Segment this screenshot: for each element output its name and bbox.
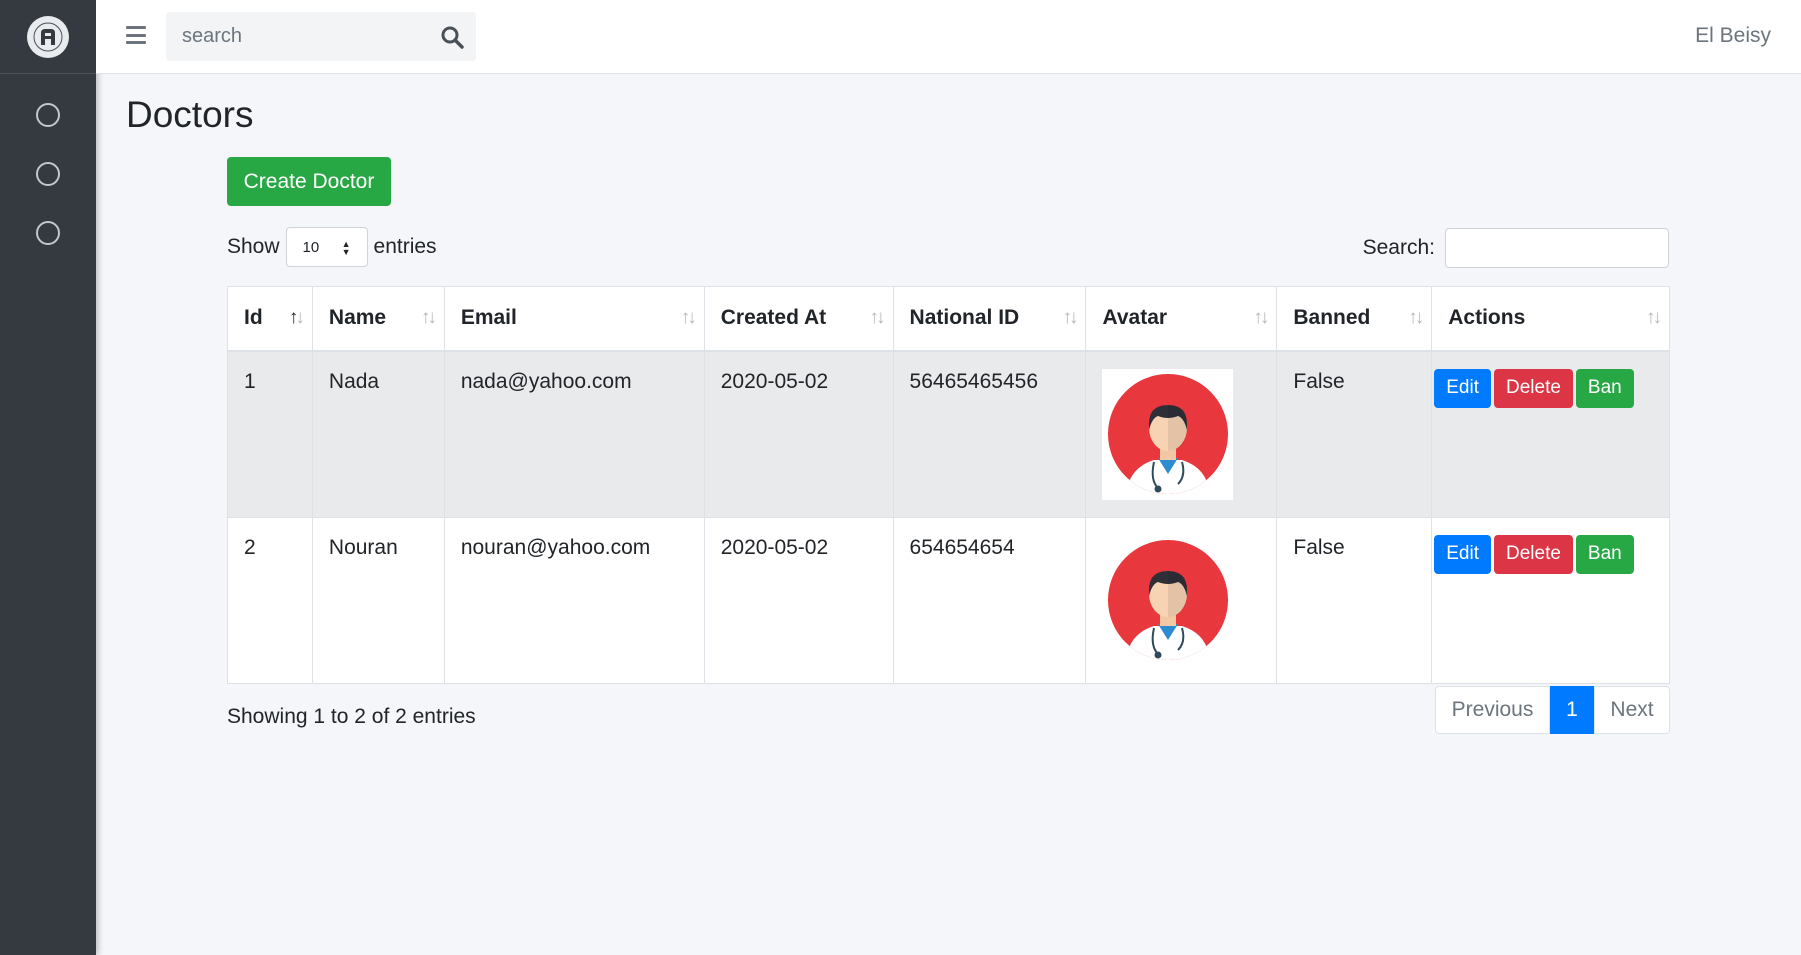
column-header-national-id[interactable]: National ID ↑↓ [892, 286, 1087, 352]
sort-icon: ↑↓ [869, 307, 886, 328]
pagination: Previous 1 Next [1435, 686, 1670, 734]
sort-icon: ↑↓ [1253, 307, 1269, 328]
cell-national-id: 654654654 [892, 516, 1087, 684]
search-icon[interactable] [440, 25, 464, 49]
doctor-avatar-image [1102, 368, 1234, 500]
cell-actions: Edit Delete Ban [1431, 350, 1670, 518]
column-header-name[interactable]: Name ↑↓ [311, 286, 445, 352]
navbar-search [166, 12, 476, 61]
table-row: 2 Nouran nouran@yahoo.com 2020-05-02 654… [227, 516, 1670, 684]
sort-icon: ↑↓ [288, 307, 305, 328]
page-length-control: Show 10 ▲ ▼ entries [227, 227, 437, 267]
pagination-next[interactable]: Next [1594, 686, 1670, 734]
top-navbar: El Beisy [96, 0, 1801, 74]
cell-national-id: 56465465456 [892, 350, 1087, 518]
sidebar-brand[interactable] [0, 0, 96, 74]
cell-banned: False [1276, 350, 1433, 518]
doctors-table: Id ↑↓ Name ↑↓ Email ↑↓ Created At ↑↓ Nationa… [227, 286, 1670, 684]
sort-icon: ↑↓ [1646, 307, 1662, 328]
cell-created-at: 2020-05-02 [703, 350, 894, 518]
pagination-previous[interactable]: Previous [1435, 686, 1550, 734]
page-length-select[interactable]: 10 ▲ ▼ [285, 227, 368, 267]
table-info: Showing 1 to 2 of 2 entries [227, 705, 476, 728]
create-doctor-button[interactable]: Create Doctor [227, 157, 391, 206]
menu-toggle-icon[interactable] [126, 26, 146, 44]
table-row: 1 Nada nada@yahoo.com 2020-05-02 5646546… [227, 350, 1670, 518]
sidebar-circle-icon-3[interactable] [36, 221, 60, 245]
show-label: Show [227, 235, 280, 258]
cell-avatar [1085, 516, 1278, 684]
column-header-banned[interactable]: Banned ↑↓ [1276, 286, 1433, 352]
cell-id: 1 [227, 350, 313, 518]
table-search-input[interactable] [1445, 228, 1669, 268]
cell-avatar [1085, 350, 1278, 518]
sort-icon: ↑↓ [1062, 307, 1078, 328]
edit-button[interactable]: Edit [1434, 534, 1491, 574]
cell-email: nouran@yahoo.com [443, 516, 705, 684]
column-header-id[interactable]: Id ↑↓ [227, 286, 313, 352]
doctor-avatar-image [1102, 534, 1234, 666]
cell-created-at: 2020-05-02 [703, 516, 894, 684]
cell-id: 2 [227, 516, 313, 684]
page-length-value: 10 [302, 238, 320, 256]
entries-label: entries [373, 235, 437, 258]
sort-icon: ↑↓ [420, 307, 437, 328]
table-header-row: Id ↑↓ Name ↑↓ Email ↑↓ Created At ↑↓ Nationa… [227, 286, 1670, 352]
delete-button[interactable]: Delete [1494, 368, 1573, 408]
cell-name: Nada [311, 350, 445, 518]
cell-name: Nouran [311, 516, 445, 684]
column-header-created-at[interactable]: Created At ↑↓ [703, 286, 894, 352]
column-header-actions[interactable]: Actions ↑↓ [1431, 286, 1670, 352]
navbar-search-input[interactable] [166, 12, 426, 61]
delete-button[interactable]: Delete [1494, 534, 1573, 574]
sidebar [0, 0, 96, 955]
cell-actions: Edit Delete Ban [1431, 516, 1670, 684]
table-search: Search: [1363, 228, 1669, 268]
edit-button[interactable]: Edit [1434, 368, 1491, 408]
brand-logo-icon[interactable] [27, 15, 69, 58]
ban-button[interactable]: Ban [1575, 534, 1634, 574]
pagination-page-1[interactable]: 1 [1550, 686, 1594, 734]
sort-icon: ↑↓ [680, 307, 697, 328]
cell-email: nada@yahoo.com [443, 350, 705, 518]
page-title: Doctors [126, 94, 254, 135]
sidebar-circle-icon-1[interactable] [36, 103, 60, 127]
user-menu[interactable]: El Beisy [1695, 24, 1771, 48]
sidebar-circle-icon-2[interactable] [36, 162, 60, 186]
table-search-label: Search: [1362, 236, 1435, 259]
column-header-avatar[interactable]: Avatar ↑↓ [1085, 286, 1278, 352]
cell-banned: False [1276, 516, 1433, 684]
sort-icon: ↑↓ [1408, 307, 1424, 328]
column-header-email[interactable]: Email ↑↓ [443, 286, 705, 352]
ban-button[interactable]: Ban [1575, 368, 1634, 408]
select-arrows-icon: ▲ ▼ [341, 239, 351, 257]
